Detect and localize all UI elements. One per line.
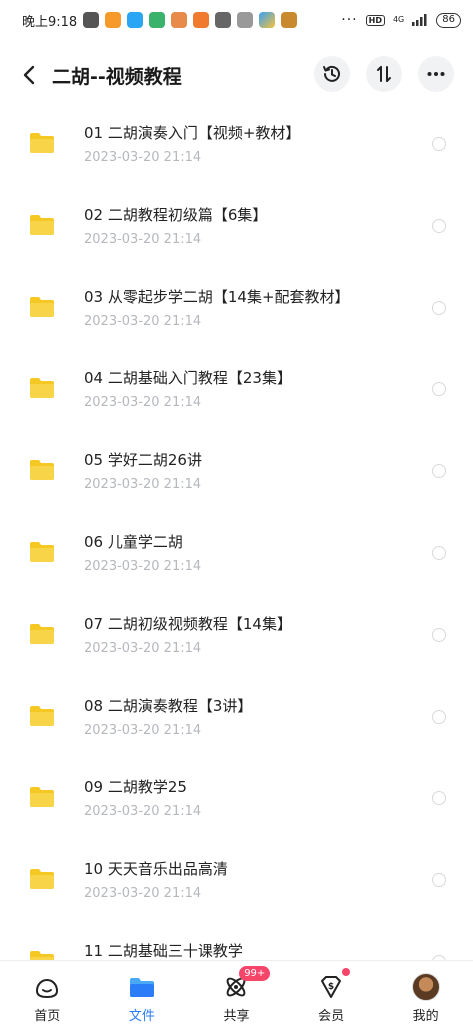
- sort-icon: [377, 66, 391, 82]
- select-radio[interactable]: [432, 873, 446, 888]
- home-icon: [36, 978, 59, 999]
- file-date: 2023-03-20 21:14: [84, 150, 202, 165]
- translate-icon: [237, 12, 254, 28]
- status-bar: 晚上9:18 ··· HD 4G 86: [0, 0, 473, 40]
- file-date: 2023-03-20 21:14: [84, 640, 202, 656]
- app-icon: [149, 12, 166, 28]
- signal-icon: [412, 14, 427, 26]
- more-notifications: ···: [341, 12, 358, 28]
- folder-icon: [30, 214, 54, 235]
- select-radio[interactable]: [432, 218, 446, 233]
- tab-share-label: 共享: [223, 1009, 250, 1024]
- folder-icon: [30, 296, 54, 317]
- file-name: 02 二胡教程初级篇【6集】: [84, 205, 268, 224]
- select-radio[interactable]: [432, 709, 446, 724]
- vip-notification-dot: [341, 968, 350, 976]
- tab-me-label: 我的: [412, 1009, 439, 1024]
- more-options-button[interactable]: [418, 56, 454, 92]
- bottom-tab-bar: 首页 文件 99+ 共享 $ 会员 我的: [0, 960, 473, 1024]
- select-radio[interactable]: [432, 627, 446, 642]
- file-row[interactable]: 09 二胡教学25 2023-03-20 21:14: [0, 758, 473, 840]
- file-row[interactable]: 08 二胡演奏教程【3讲】 2023-03-20 21:14: [0, 677, 473, 759]
- folder-icon: [30, 460, 54, 481]
- vip-diamond-icon: $: [321, 976, 342, 998]
- back-arrow-icon[interactable]: [18, 61, 42, 89]
- select-radio[interactable]: [432, 545, 446, 560]
- svg-text:$: $: [328, 982, 334, 992]
- share-badge: 99+: [239, 966, 271, 981]
- file-row[interactable]: 02 二胡教程初级篇【6集】 2023-03-20 21:14: [0, 186, 473, 268]
- file-name: 05 学好二胡26讲: [84, 451, 202, 470]
- app-icon: [193, 12, 210, 28]
- tab-home[interactable]: 首页: [0, 961, 95, 1024]
- page-title: 二胡--视频教程: [52, 66, 182, 88]
- file-name: 08 二胡演奏教程【3讲】: [84, 696, 253, 715]
- folder-icon: [30, 869, 54, 890]
- tab-files-label: 文件: [128, 1009, 155, 1024]
- file-name: 09 二胡教学25: [84, 778, 187, 797]
- tab-vip[interactable]: $ 会员: [284, 961, 379, 1024]
- folder-icon: [30, 705, 54, 726]
- more-dots-icon: [427, 72, 445, 76]
- file-row[interactable]: 01 二胡演奏入门【视频+教材】 2023-03-20 21:14: [0, 104, 473, 186]
- file-row[interactable]: 06 儿童学二胡 2023-03-20 21:14: [0, 513, 473, 595]
- file-name: 10 天天音乐出品高清: [84, 860, 228, 879]
- file-name: 04 二胡基础入门教程【23集】: [84, 369, 292, 388]
- file-name: 06 儿童学二胡: [84, 532, 183, 551]
- file-name: 03 从零起步学二胡【14集+配套教材】: [84, 287, 350, 306]
- file-date: 2023-03-20 21:14: [84, 313, 202, 329]
- tab-share[interactable]: 99+ 共享: [189, 961, 284, 1024]
- file-row[interactable]: 07 二胡初级视频教程【14集】 2023-03-20 21:14: [0, 595, 473, 677]
- tab-me[interactable]: 我的: [378, 961, 473, 1024]
- select-radio[interactable]: [432, 791, 446, 806]
- file-row[interactable]: 10 天天音乐出品高清 2023-03-20 21:14: [0, 840, 473, 922]
- file-name: 01 二胡演奏入门【视频+教材】: [84, 124, 301, 142]
- file-date: 2023-03-20 21:14: [84, 231, 202, 247]
- file-date: 2023-03-20 21:14: [84, 395, 202, 411]
- battery-indicator: 86: [436, 12, 461, 28]
- app-icon: [105, 12, 122, 28]
- file-date: 2023-03-20 21:14: [84, 722, 202, 738]
- folder-icon: [30, 541, 54, 562]
- app-icon: [281, 12, 298, 28]
- file-row[interactable]: 04 二胡基础入门教程【23集】 2023-03-20 21:14: [0, 349, 473, 431]
- network-indicator: 4G: [392, 15, 405, 24]
- select-radio[interactable]: [432, 382, 446, 397]
- file-row[interactable]: 05 学好二胡26讲 2023-03-20 21:14: [0, 431, 473, 513]
- file-date: 2023-03-20 21:14: [84, 804, 202, 820]
- file-list: 01 二胡演奏入门【视频+教材】 2023-03-20 21:14 02 二胡教程初…: [0, 104, 473, 1004]
- folder-icon: [129, 978, 154, 997]
- history-button[interactable]: [314, 56, 350, 92]
- file-date: 2023-03-20 21:14: [84, 558, 202, 574]
- avatar: [411, 973, 440, 1001]
- history-icon: [323, 65, 340, 82]
- file-row[interactable]: 03 从零起步学二胡【14集+配套教材】 2023-03-20 21:14: [0, 268, 473, 350]
- folder-icon: [30, 133, 54, 153]
- status-time: 晚上9:18: [22, 14, 78, 30]
- file-date: 2023-03-20 21:14: [84, 886, 202, 902]
- folder-icon: [30, 378, 54, 399]
- tab-vip-label: 会员: [318, 1009, 345, 1024]
- tab-home-label: 首页: [34, 1009, 61, 1024]
- app-icon: [171, 12, 188, 28]
- file-name: 07 二胡初级视频教程【14集】: [84, 614, 292, 633]
- file-name: 11 二胡基础三十课教学: [84, 941, 243, 960]
- hd-indicator: HD: [365, 14, 385, 26]
- tab-files[interactable]: 文件: [95, 961, 190, 1024]
- folder-icon: [30, 787, 54, 808]
- file-date: 2023-03-20 21:14: [84, 477, 202, 493]
- app-icon: [259, 12, 276, 28]
- app-icon: [215, 12, 232, 28]
- youku-icon: [127, 12, 144, 28]
- page-header: 二胡--视频教程: [0, 50, 473, 100]
- notification-icons: [83, 12, 298, 28]
- message-icon: [83, 12, 100, 28]
- select-radio[interactable]: [432, 300, 446, 315]
- select-radio[interactable]: [432, 464, 446, 479]
- folder-icon: [30, 623, 54, 644]
- sort-button[interactable]: [366, 56, 402, 92]
- select-radio[interactable]: [432, 137, 446, 151]
